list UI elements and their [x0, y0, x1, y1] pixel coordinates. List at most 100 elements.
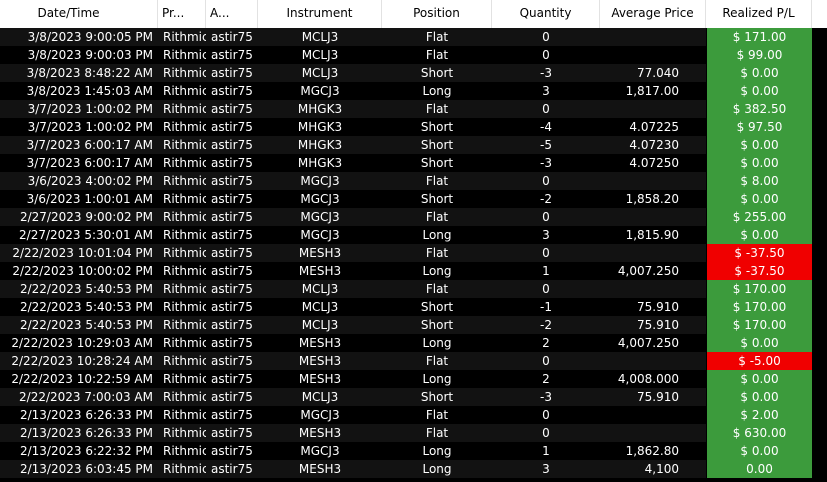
cell-position: Short [382, 64, 492, 82]
row-spacer [812, 100, 827, 118]
table-row[interactable]: 3/8/2023 9:00:03 PM Rithmic astir75 MCLJ3 Fl… [0, 46, 827, 64]
cell-provider: Rithmic [158, 118, 206, 136]
cell-datetime: 2/13/2023 6:22:32 PM [0, 442, 158, 460]
cell-instrument: MGCJ3 [258, 406, 382, 424]
cell-average-price: 4.07230 [600, 136, 706, 154]
row-spacer [812, 406, 827, 424]
cell-realized-pl: $ 2.00 [706, 406, 812, 424]
cell-quantity: 1 [492, 442, 600, 460]
table-row[interactable]: 2/22/2023 10:01:04 PM Rithmic astir75 MESH3… [0, 244, 827, 262]
cell-account: astir75 [206, 406, 258, 424]
table-row[interactable]: 2/22/2023 5:40:53 PM Rithmic astir75 MCLJ3 S… [0, 298, 827, 316]
table-row[interactable]: 2/27/2023 5:30:01 AM Rithmic astir75 MGCJ3 L… [0, 226, 827, 244]
cell-position: Short [382, 298, 492, 316]
cell-datetime: 2/22/2023 10:01:04 PM [0, 244, 158, 262]
table-row[interactable]: 2/22/2023 10:00:02 PM Rithmic astir75 MESH3… [0, 262, 827, 280]
table-row[interactable]: 3/8/2023 8:48:22 AM Rithmic astir75 MCLJ3 Sh… [0, 64, 827, 82]
cell-account: astir75 [206, 244, 258, 262]
cell-provider: Rithmic [158, 352, 206, 370]
cell-account: astir75 [206, 154, 258, 172]
cell-datetime: 3/7/2023 1:00:02 PM [0, 118, 158, 136]
table-row[interactable]: 2/22/2023 10:29:03 AM Rithmic astir75 MESH3… [0, 334, 827, 352]
cell-provider: Rithmic [158, 442, 206, 460]
table-row[interactable]: 2/22/2023 10:22:59 AM Rithmic astir75 MESH3… [0, 370, 827, 388]
cell-datetime: 2/22/2023 5:40:53 PM [0, 316, 158, 334]
table-row[interactable]: 2/27/2023 9:00:02 PM Rithmic astir75 MGCJ3 F… [0, 208, 827, 226]
cell-datetime: 2/13/2023 6:26:33 PM [0, 406, 158, 424]
cell-quantity: 0 [492, 46, 600, 64]
cell-provider: Rithmic [158, 262, 206, 280]
cell-account: astir75 [206, 442, 258, 460]
cell-datetime: 2/22/2023 10:00:02 PM [0, 262, 158, 280]
cell-quantity: 0 [492, 28, 600, 46]
table-row[interactable]: 3/7/2023 1:00:02 PM Rithmic astir75 MHGK3 Fl… [0, 100, 827, 118]
table-row[interactable]: 3/8/2023 9:00:05 PM Rithmic astir75 MCLJ3 Fl… [0, 28, 827, 46]
cell-account: astir75 [206, 190, 258, 208]
cell-instrument: MCLJ3 [258, 280, 382, 298]
cell-quantity: -2 [492, 190, 600, 208]
cell-account: astir75 [206, 172, 258, 190]
cell-instrument: MHGK3 [258, 154, 382, 172]
column-header-average-price[interactable]: Average Price [600, 0, 706, 28]
column-header-instrument[interactable]: Instrument [258, 0, 382, 28]
cell-realized-pl: $ 99.00 [706, 46, 812, 64]
cell-realized-pl: $ 0.00 [706, 190, 812, 208]
table-row[interactable]: 2/13/2023 6:26:33 PM Rithmic astir75 MESH3 F… [0, 424, 827, 442]
table-row[interactable]: 3/7/2023 1:00:02 PM Rithmic astir75 MHGK3 Sh… [0, 118, 827, 136]
table-row[interactable]: 2/22/2023 7:00:03 AM Rithmic astir75 MCLJ3 S… [0, 388, 827, 406]
table-row[interactable]: 2/22/2023 5:40:53 PM Rithmic astir75 MCLJ3 F… [0, 280, 827, 298]
cell-realized-pl: $ 382.50 [706, 100, 812, 118]
cell-instrument: MESH3 [258, 424, 382, 442]
cell-realized-pl: $ 97.50 [706, 118, 812, 136]
cell-position: Short [382, 388, 492, 406]
table-row[interactable]: 3/7/2023 6:00:17 AM Rithmic astir75 MHGK3 Sh… [0, 154, 827, 172]
table-row[interactable]: 2/22/2023 5:40:53 PM Rithmic astir75 MCLJ3 S… [0, 316, 827, 334]
cell-position: Short [382, 118, 492, 136]
cell-average-price [600, 280, 706, 298]
cell-provider: Rithmic [158, 280, 206, 298]
cell-instrument: MGCJ3 [258, 172, 382, 190]
cell-datetime: 3/7/2023 1:00:02 PM [0, 100, 158, 118]
row-spacer [812, 298, 827, 316]
cell-datetime: 2/22/2023 10:29:03 AM [0, 334, 158, 352]
cell-quantity: 0 [492, 280, 600, 298]
table-row[interactable]: 3/8/2023 1:45:03 AM Rithmic astir75 MGCJ3 Lo… [0, 82, 827, 100]
cell-provider: Rithmic [158, 64, 206, 82]
cell-average-price [600, 424, 706, 442]
cell-provider: Rithmic [158, 244, 206, 262]
table-row[interactable]: 3/6/2023 4:00:02 PM Rithmic astir75 MGCJ3 Fl… [0, 172, 827, 190]
cell-provider: Rithmic [158, 370, 206, 388]
table-row[interactable]: 3/6/2023 1:00:01 AM Rithmic astir75 MGCJ3 Sh… [0, 190, 827, 208]
cell-instrument: MGCJ3 [258, 208, 382, 226]
column-header-provider[interactable]: Pr... [158, 0, 206, 28]
cell-realized-pl: $ 170.00 [706, 298, 812, 316]
table-row[interactable]: 2/22/2023 10:28:24 AM Rithmic astir75 MESH3… [0, 352, 827, 370]
cell-quantity: -2 [492, 316, 600, 334]
cell-average-price: 4.07250 [600, 154, 706, 172]
table-row[interactable]: 2/13/2023 6:26:33 PM Rithmic astir75 MGCJ3 F… [0, 406, 827, 424]
cell-account: astir75 [206, 28, 258, 46]
cell-position: Long [382, 226, 492, 244]
cell-position: Flat [382, 46, 492, 64]
cell-datetime: 3/7/2023 6:00:17 AM [0, 136, 158, 154]
table-row[interactable]: 2/13/2023 6:03:45 PM Rithmic astir75 MESH3 L… [0, 460, 827, 478]
column-header-account[interactable]: A... [206, 0, 258, 28]
row-spacer [812, 370, 827, 388]
cell-account: astir75 [206, 280, 258, 298]
column-header-position[interactable]: Position [382, 0, 492, 28]
grid-header: Date/Time Pr... A... Instrument Position… [0, 0, 827, 28]
column-header-datetime[interactable]: Date/Time [0, 0, 158, 28]
table-row[interactable]: 3/7/2023 6:00:17 AM Rithmic astir75 MHGK3 Sh… [0, 136, 827, 154]
cell-instrument: MCLJ3 [258, 64, 382, 82]
column-header-quantity[interactable]: Quantity [492, 0, 600, 28]
table-row[interactable]: 2/13/2023 6:22:32 PM Rithmic astir75 MGCJ3 L… [0, 442, 827, 460]
cell-datetime: 2/13/2023 6:26:33 PM [0, 424, 158, 442]
cell-provider: Rithmic [158, 424, 206, 442]
cell-instrument: MCLJ3 [258, 46, 382, 64]
cell-instrument: MESH3 [258, 262, 382, 280]
cell-account: astir75 [206, 100, 258, 118]
row-spacer [812, 28, 827, 46]
cell-datetime: 3/8/2023 1:45:03 AM [0, 82, 158, 100]
cell-average-price: 4.07225 [600, 118, 706, 136]
column-header-realized-pl[interactable]: Realized P/L [706, 0, 812, 28]
